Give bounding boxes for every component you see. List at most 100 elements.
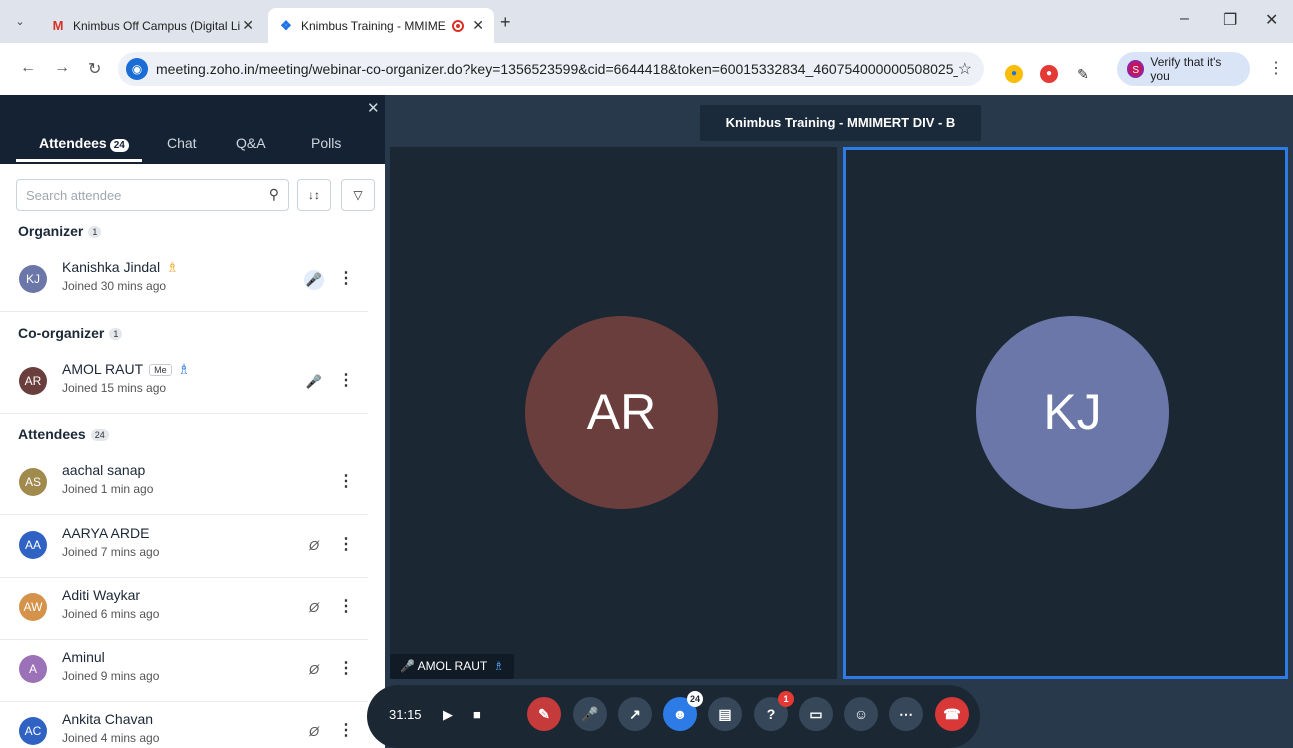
extensions-puzzle-icon[interactable]: ✎ — [1074, 65, 1092, 83]
mic-on-icon[interactable]: 🎤 — [304, 270, 324, 290]
browser-menu-icon[interactable]: ⋮ — [1268, 58, 1284, 78]
browser-tab-knimbus-offcampus[interactable]: M Knimbus Off Campus (Digital Li ✕ — [40, 8, 264, 43]
mic-muted-icon[interactable]: Ø — [304, 660, 324, 680]
avatar: AS — [19, 468, 47, 496]
avatar: AR — [19, 367, 47, 395]
section-label: Co-organizer — [18, 325, 105, 341]
reload-icon[interactable]: ↻ — [88, 59, 101, 79]
close-sidebar-icon[interactable]: ✕ — [367, 99, 380, 117]
sort-button[interactable]: ↓↕ — [297, 179, 331, 211]
profile-verify-button[interactable]: S Verify that it's you — [1117, 52, 1250, 86]
avatar: AA — [19, 531, 47, 559]
filter-button[interactable]: ▽ — [341, 179, 375, 211]
search-attendee-box: ⚲ — [16, 179, 289, 211]
back-icon[interactable]: ← — [20, 59, 36, 77]
host-crown-icon: ♗ — [493, 659, 504, 673]
browser-tab-knimbus-training[interactable]: ❖ Knimbus Training - MMIME ✕ — [268, 8, 494, 43]
section-count: 1 — [88, 226, 102, 239]
new-tab-button[interactable]: + — [500, 12, 511, 33]
url-text: meeting.zoho.in/meeting/webinar-co-organ… — [156, 61, 958, 77]
stop-recording-icon[interactable]: ■ — [473, 707, 481, 722]
close-tab-icon[interactable]: ✕ — [242, 17, 254, 34]
mic-muted-icon[interactable]: Ø — [304, 598, 324, 618]
tab-chat[interactable]: Chat — [167, 135, 197, 151]
search-icon[interactable]: ⚲ — [269, 186, 279, 203]
forward-icon[interactable]: → — [54, 59, 70, 77]
recording-timer: 31:15 — [389, 707, 422, 722]
leave-meeting-button[interactable]: ☎ — [935, 697, 969, 731]
list-item-organizer[interactable]: KJ Kanishka Jindal ♗ Joined 30 mins ago 🎤… — [0, 250, 368, 312]
close-tab-icon[interactable]: ✕ — [472, 17, 484, 34]
more-options-icon[interactable]: ⋮ — [338, 268, 354, 288]
more-options-icon[interactable]: ⋮ — [338, 471, 354, 491]
participant-avatar: AR — [525, 316, 718, 509]
polls-button[interactable]: ▭ — [799, 697, 833, 731]
url-omnibox[interactable]: ◉ meeting.zoho.in/meeting/webinar-co-org… — [118, 52, 984, 86]
list-item[interactable]: AW Aditi Waykar Joined 6 mins ago Ø ⋮ — [0, 578, 368, 640]
list-item[interactable]: AC Ankita Chavan Joined 4 mins ago Ø ⋮ — [0, 702, 368, 748]
mic-on-icon[interactable]: 🎤 — [304, 372, 324, 392]
coorganizer-crown-icon: ♗ — [177, 361, 191, 377]
mic-muted-icon[interactable]: Ø — [304, 536, 324, 556]
joined-time: Joined 6 mins ago — [62, 607, 160, 621]
search-attendee-input[interactable] — [17, 180, 247, 210]
qa-button[interactable]: ? 1 — [754, 691, 794, 731]
person-name: Aditi Waykar — [62, 587, 141, 603]
avatar: AW — [19, 593, 47, 621]
tab-attendees[interactable]: Attendees 24 — [39, 135, 129, 152]
filter-icon: ▽ — [353, 188, 363, 202]
minimize-icon[interactable]: – — [1180, 10, 1189, 28]
sort-az-icon: ↓↕ — [308, 188, 320, 202]
person-name: Ankita Chavan — [62, 711, 154, 727]
tab-title: Knimbus Training - MMIME — [301, 18, 446, 33]
tab-label: Attendees — [39, 135, 107, 151]
section-attendees: Attendees 24 — [18, 426, 109, 442]
participants-button[interactable]: ☻ 24 — [663, 691, 703, 731]
section-label: Attendees — [18, 426, 86, 442]
share-screen-button[interactable]: ↗ — [618, 697, 652, 731]
section-coorganizer: Co-organizer 1 — [18, 325, 123, 341]
tab-qa[interactable]: Q&A — [236, 135, 266, 151]
close-window-icon[interactable]: ✕ — [1265, 10, 1278, 30]
bookmark-star-icon[interactable]: ☆ — [958, 59, 972, 79]
participant-avatar: KJ — [976, 316, 1169, 509]
joined-time: Joined 9 mins ago — [62, 669, 160, 683]
person-name: aachal sanap — [62, 462, 146, 478]
joined-time: Joined 1 min ago — [62, 482, 154, 496]
more-options-icon[interactable]: ⋮ — [338, 596, 354, 616]
chat-button[interactable]: ▤ — [708, 697, 742, 731]
mic-muted-icon[interactable]: Ø — [304, 722, 324, 742]
reactions-button[interactable]: ☺ — [844, 697, 878, 731]
gmail-favicon-icon: M — [52, 17, 64, 33]
list-item-coorganizer[interactable]: AR AMOL RAUT Me ♗ Joined 15 mins ago 🎤 ⋮ — [0, 352, 368, 414]
more-options-icon[interactable]: ⋮ — [338, 720, 354, 740]
name-text: Kanishka Jindal — [62, 259, 161, 275]
hang-up-icon: ☎ — [943, 706, 961, 722]
mic-icon: 🎤 — [400, 659, 415, 673]
more-options-button[interactable]: ⋯ — [889, 697, 923, 731]
tab-polls[interactable]: Polls — [311, 135, 341, 151]
extension-pokeball-icon[interactable]: ● — [1040, 65, 1058, 83]
meeting-title: Knimbus Training - MMIMERT DIV - B — [700, 105, 981, 141]
site-info-icon[interactable]: ◉ — [126, 58, 148, 80]
list-item[interactable]: AA AARYA ARDE Joined 7 mins ago Ø ⋮ — [0, 516, 368, 578]
list-item[interactable]: A Aminul Joined 9 mins ago Ø ⋮ — [0, 640, 368, 702]
zoho-favicon-icon: ❖ — [280, 17, 292, 33]
mic-button[interactable]: 🎤 — [573, 697, 607, 731]
emoji-icon: ☺ — [853, 706, 869, 722]
list-item[interactable]: AS aachal sanap Joined 1 min ago ⋮ — [0, 453, 368, 515]
poll-icon: ▭ — [809, 706, 823, 722]
play-recording-icon[interactable]: ▶ — [443, 707, 453, 723]
tab-search-chevron-icon[interactable]: ⌄ — [12, 14, 28, 30]
video-tile-amol[interactable]: AR — [390, 147, 837, 679]
extension-icon[interactable]: ● — [1005, 65, 1023, 83]
avatar: A — [19, 655, 47, 683]
more-options-icon[interactable]: ⋮ — [338, 534, 354, 554]
more-options-icon[interactable]: ⋮ — [338, 658, 354, 678]
more-options-icon[interactable]: ⋮ — [338, 370, 354, 390]
avatar: KJ — [19, 265, 47, 293]
video-tile-kanishka-active-speaker[interactable]: KJ — [843, 147, 1288, 679]
joined-time: Joined 30 mins ago — [62, 279, 167, 293]
restore-icon[interactable]: ❐ — [1223, 10, 1237, 30]
camera-off-button[interactable]: ✎ — [527, 697, 561, 731]
